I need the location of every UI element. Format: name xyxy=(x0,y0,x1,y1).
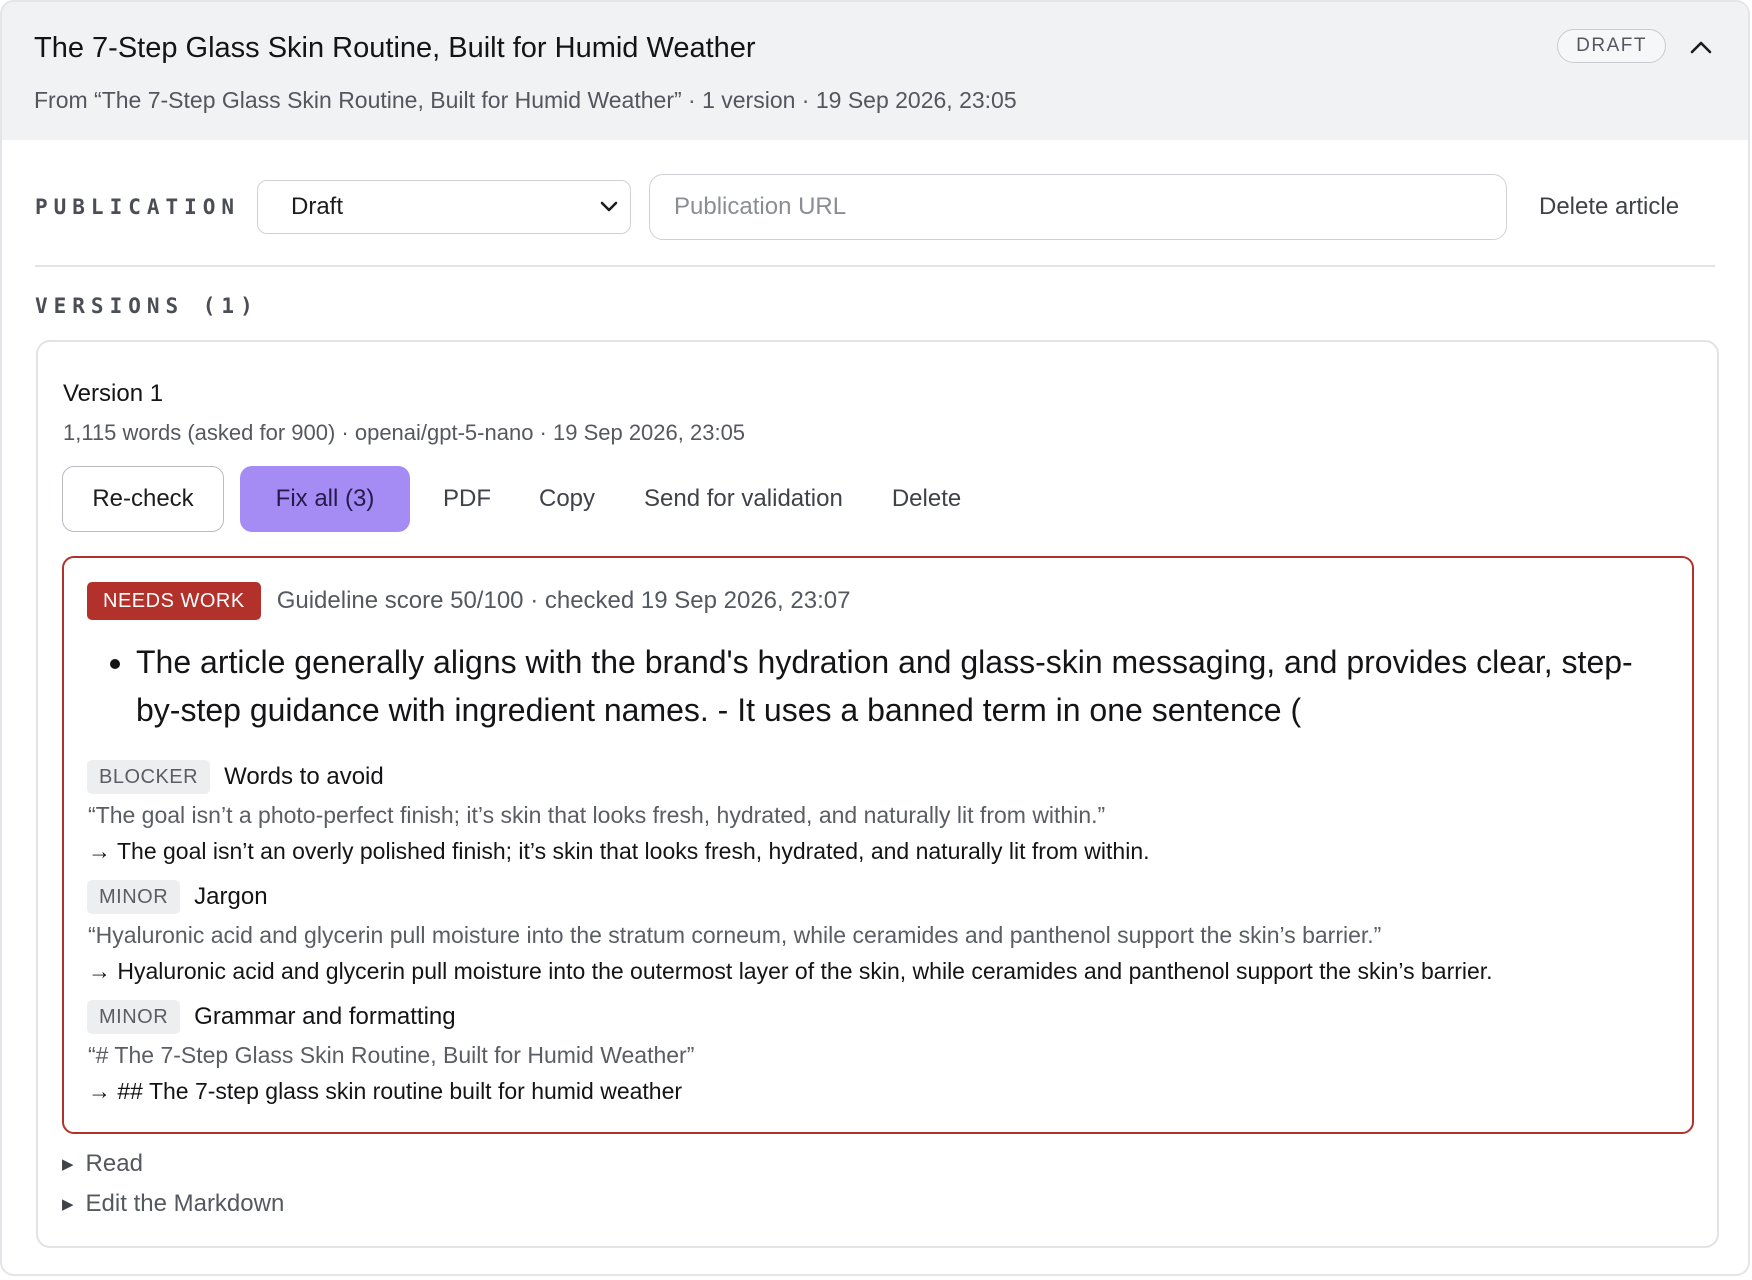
needs-work-badge: NEEDS WORK xyxy=(87,582,261,620)
edit-markdown-toggle[interactable]: ▶ Edit the Markdown xyxy=(62,1190,284,1218)
guideline-report: NEEDS WORK Guideline score 50/100 · chec… xyxy=(62,556,1694,1134)
guideline-score: Guideline score 50/100 · checked 19 Sep … xyxy=(276,587,851,614)
article-header: The 7-Step Glass Skin Routine, Built for… xyxy=(2,2,1748,140)
publication-status-value: Draft xyxy=(291,193,344,220)
recheck-button[interactable]: Re-check xyxy=(62,466,224,532)
issue-quote: “# The 7-Step Glass Skin Routine, Built … xyxy=(88,1042,695,1068)
issue-category: Words to avoid xyxy=(224,763,384,790)
issue-header: MINOR Grammar and formatting xyxy=(87,1000,456,1034)
divider xyxy=(35,265,1715,267)
copy-button[interactable]: Copy xyxy=(539,466,595,532)
collapse-button[interactable] xyxy=(1684,30,1718,64)
issue-fix: → The goal isn’t an overly polished fini… xyxy=(88,838,1150,864)
publication-row: PUBLICATION Draft Delete article xyxy=(35,174,1715,240)
version-card: Version 1 1,115 words (asked for 900) · … xyxy=(36,340,1719,1248)
version-actions: Re-check Fix all (3) PDF Copy Send for v… xyxy=(62,466,961,532)
severity-tag: BLOCKER xyxy=(87,760,211,794)
issue-fix: → ## The 7-step glass skin routine built… xyxy=(88,1078,683,1104)
publication-status-select[interactable]: Draft xyxy=(257,180,631,234)
version-meta: 1,115 words (asked for 900) · openai/gpt… xyxy=(63,420,746,445)
read-toggle-label: Read xyxy=(85,1150,143,1177)
issue-category: Jargon xyxy=(194,883,268,910)
delete-article-button[interactable]: Delete article xyxy=(1539,193,1679,221)
issue-header: BLOCKER Words to avoid xyxy=(87,760,384,794)
chevron-up-icon xyxy=(1690,41,1712,54)
article-title: The 7-Step Glass Skin Routine, Built for… xyxy=(34,32,756,64)
read-toggle[interactable]: ▶ Read xyxy=(62,1150,143,1178)
issue-category: Grammar and formatting xyxy=(194,1003,456,1030)
version-title: Version 1 xyxy=(63,380,164,407)
issue-fix: → Hyaluronic acid and glycerin pull mois… xyxy=(88,958,1493,984)
publication-label: PUBLICATION xyxy=(35,195,241,219)
disclosure-triangle-icon: ▶ xyxy=(62,1156,74,1173)
versions-label: VERSIONS (1) xyxy=(35,294,259,318)
disclosure-triangle-icon: ▶ xyxy=(62,1196,74,1213)
severity-tag: MINOR xyxy=(87,1000,181,1034)
summary-item: The article generally aligns with the br… xyxy=(136,638,1672,734)
send-for-validation-button[interactable]: Send for validation xyxy=(644,466,843,532)
pdf-button[interactable]: PDF xyxy=(443,466,491,532)
chevron-down-icon xyxy=(600,201,618,212)
fix-all-button[interactable]: Fix all (3) xyxy=(240,466,410,532)
article-subtitle: From “The 7-Step Glass Skin Routine, Bui… xyxy=(34,87,1017,113)
status-badge: DRAFT xyxy=(1557,29,1666,63)
issue-header: MINOR Jargon xyxy=(87,880,268,914)
edit-markdown-label: Edit the Markdown xyxy=(85,1190,285,1217)
publication-url-input[interactable] xyxy=(649,174,1507,240)
issue-quote: “The goal isn’t a photo-perfect finish; … xyxy=(88,802,1106,828)
issue-quote: “Hyaluronic acid and glycerin pull moist… xyxy=(88,922,1382,948)
severity-tag: MINOR xyxy=(87,880,181,914)
delete-version-button[interactable]: Delete xyxy=(892,466,961,532)
report-summary: The article generally aligns with the br… xyxy=(102,638,1672,734)
report-header: NEEDS WORK Guideline score 50/100 · chec… xyxy=(87,582,850,620)
article-card: The 7-Step Glass Skin Routine, Built for… xyxy=(0,0,1750,1276)
